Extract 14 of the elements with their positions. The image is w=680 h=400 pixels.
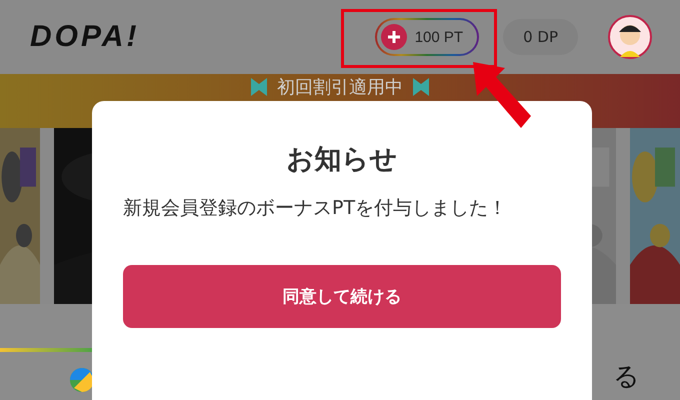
ribbon-icon [251, 78, 267, 96]
dp-balance[interactable]: 0 DP [503, 19, 578, 55]
agree-button[interactable]: 同意して続ける [123, 265, 561, 328]
plus-icon [380, 24, 407, 50]
rainbow-ball-icon [70, 368, 94, 392]
logo[interactable]: DOPA! [30, 20, 140, 54]
dialog-message: 新規会員登録のボーナスPTを付与しました！ [123, 196, 508, 221]
footer-text: る [613, 361, 640, 394]
points-button[interactable]: 100 PT [374, 18, 480, 56]
dialog-title: お知らせ [286, 143, 398, 177]
ribbon-icon [413, 78, 429, 96]
pointer-arrow [473, 62, 531, 128]
banner-text: 初回割引適用中 [277, 78, 403, 98]
avatar-icon[interactable] [608, 15, 652, 59]
